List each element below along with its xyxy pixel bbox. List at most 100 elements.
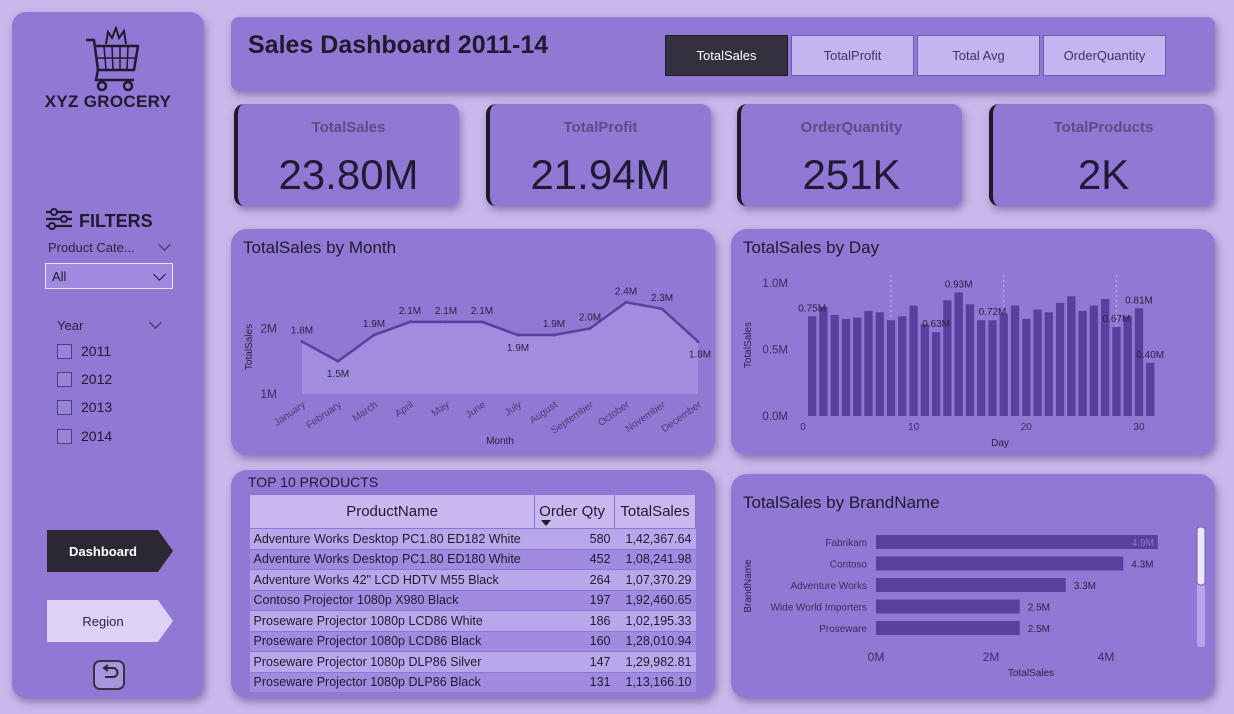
bar [876, 578, 1066, 592]
cell-productname: Contoso Projector 1080p X980 Black [249, 590, 535, 611]
checkbox[interactable] [57, 343, 72, 359]
table-row[interactable]: Proseware Projector 1080p LCD86 Black 160… [249, 631, 696, 652]
cell-order-qty: 131 [534, 672, 615, 693]
x-tick-label: July [503, 399, 524, 418]
column-header-totalsales[interactable]: TotalSales [614, 494, 696, 529]
data-label: 4.9M [1132, 538, 1154, 549]
table-row[interactable]: Adventure Works Desktop PC1.80 ED182 Whi… [249, 528, 696, 550]
bar [1022, 318, 1031, 416]
data-label: 2.3M [651, 293, 673, 304]
scrollbar-thumb[interactable] [1196, 526, 1206, 586]
data-point [588, 326, 592, 330]
cell-order-qty: 147 [534, 651, 615, 673]
cell-productname: Adventure Works 42" LCD HDTV M55 Black [249, 569, 535, 591]
data-point [336, 359, 340, 363]
dashboard-nav-button[interactable]: Dashboard [47, 530, 173, 572]
data-point [696, 340, 700, 344]
filter-sliders-icon [45, 208, 73, 235]
cell-totalsales: 1,29,982.81 [614, 651, 696, 673]
y-axis-label: TotalSales [743, 322, 754, 368]
x-tick-label: 0 [800, 422, 806, 433]
bar [886, 320, 896, 416]
kpi-card-totalprofit: TotalProfit 21.94M [486, 104, 711, 206]
totalsales-by-month-card: TotalSales by Month 1M 2M 1.8M 1.5M 1.9M 2.1M… [231, 229, 715, 455]
top-products-card: TOP 10 PRODUCTS ProductName Order Qty To… [231, 470, 715, 698]
data-point [516, 333, 520, 337]
y-tick-label: Proseware [819, 624, 867, 635]
data-point [408, 320, 412, 324]
data-label: 0.93M [945, 279, 973, 290]
x-tick-label: August [528, 399, 560, 426]
bar [920, 324, 929, 416]
bar [876, 621, 1020, 635]
x-tick-label: May [430, 399, 452, 419]
chevron-down-icon[interactable] [149, 316, 162, 329]
x-axis-label: TotalSales [1008, 668, 1054, 679]
table-title: TOP 10 PRODUCTS [248, 474, 379, 490]
table-row[interactable]: Proseware Projector 1080p DLP86 Black 131… [249, 672, 696, 693]
year-option-2012[interactable]: 2012 [57, 371, 112, 387]
x-tick-label: 0M [868, 650, 885, 664]
data-label: 1.9M [507, 343, 529, 354]
cell-totalsales: 1,28,010.94 [614, 631, 696, 652]
cell-totalsales: 1,13,166.10 [614, 672, 696, 693]
table-row[interactable]: Adventure Works 42" LCD HDTV M55 Black 26… [249, 569, 696, 591]
bar [943, 300, 952, 416]
data-label: 2.4M [615, 286, 637, 297]
back-button[interactable] [93, 660, 125, 690]
year-option-2013[interactable]: 2013 [57, 399, 112, 415]
region-nav-button[interactable]: Region [47, 600, 173, 642]
table-row[interactable]: Adventure Works Desktop PC1.80 ED180 Whi… [249, 549, 696, 570]
bar [1089, 305, 1099, 416]
cell-totalsales: 1,07,370.29 [614, 569, 696, 591]
bar [954, 292, 963, 416]
bar [909, 305, 918, 416]
bar [876, 535, 1158, 549]
cell-order-qty: 197 [534, 590, 615, 611]
x-tick-label: 4M [1098, 650, 1115, 664]
data-point [372, 333, 376, 337]
year-option-label: 2011 [81, 343, 112, 359]
bar [965, 304, 975, 416]
year-option-2014[interactable]: 2014 [57, 428, 112, 444]
kpi-card-orderquantity: OrderQuantity 251K [737, 104, 962, 206]
product-category-dropdown[interactable]: All [45, 263, 173, 289]
bar [1078, 310, 1087, 416]
top-products-table: ProductName Order Qty TotalSales Adventu… [248, 494, 696, 693]
cell-totalsales: 1,92,460.65 [614, 590, 696, 611]
header-bar: Sales Dashboard 2011-14 TotalSales Total… [231, 17, 1215, 91]
checkbox[interactable] [57, 371, 72, 387]
y-tick-label: 1.0M [762, 278, 788, 290]
kpi-card-totalproducts: TotalProducts 2K [989, 104, 1214, 206]
cell-order-qty: 186 [534, 610, 615, 632]
tab-totalsales[interactable]: TotalSales [665, 35, 788, 76]
tab-totalprofit[interactable]: TotalProfit [791, 35, 914, 76]
data-label: 0.81M [1125, 295, 1153, 306]
tab-total-avg[interactable]: Total Avg [917, 35, 1040, 76]
column-header-order-qty[interactable]: Order Qty [534, 494, 615, 529]
column-header-productname[interactable]: ProductName [248, 494, 536, 529]
bar [1123, 316, 1132, 416]
table-row[interactable]: Contoso Projector 1080p X980 Black 197 1,9… [249, 590, 696, 611]
totalsales-by-day-card: TotalSales by Day 0.0M 0.5M 1.0M 0.75M 0.63M… [731, 229, 1215, 455]
x-tick-label: January [272, 399, 307, 428]
table-row[interactable]: Proseware Projector 1080p DLP86 Silver 14… [249, 651, 696, 673]
year-option-2011[interactable]: 2011 [57, 343, 111, 359]
data-point [624, 300, 628, 304]
bar [1044, 312, 1053, 416]
chevron-down-icon[interactable] [158, 238, 171, 251]
bar [1146, 362, 1155, 416]
table-row[interactable]: Proseware Projector 1080p LCD86 White 186… [249, 610, 696, 632]
bar [1134, 308, 1144, 416]
bar [876, 556, 1124, 571]
totalsales-by-brandname-card: TotalSales by BrandName Fabrikam 4.9M Cont… [731, 474, 1215, 698]
kpi-label: TotalSales [311, 119, 386, 136]
checkbox[interactable] [57, 428, 72, 444]
checkbox[interactable] [57, 399, 72, 415]
tab-orderquantity[interactable]: OrderQuantity [1043, 35, 1166, 76]
data-label: 1.8M [689, 350, 711, 361]
bar [875, 312, 884, 416]
cell-totalsales: 1,08,241.98 [614, 549, 696, 570]
cell-totalsales: 1,42,367.64 [614, 528, 696, 550]
filters-label: FILTERS [79, 211, 153, 231]
